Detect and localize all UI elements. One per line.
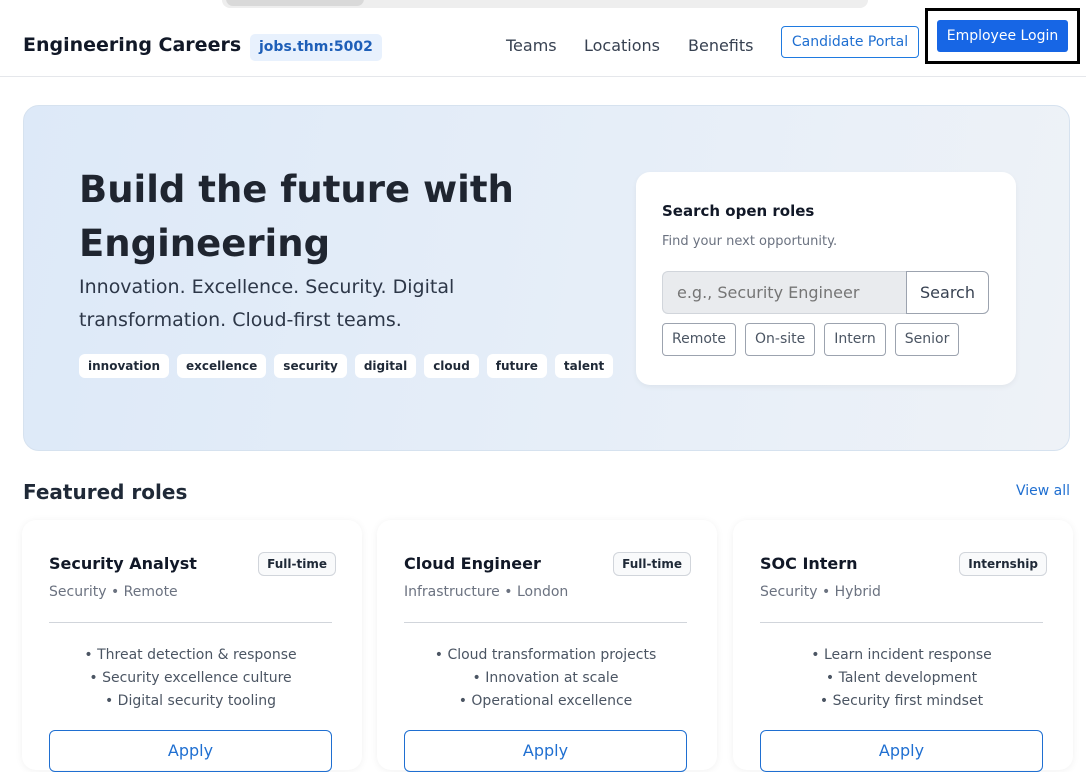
role-title[interactable]: Security Analyst [49, 554, 197, 573]
browser-tab-strip [0, 0, 1086, 13]
role-type-badge: Internship [959, 552, 1047, 576]
tag-cloud: cloud [424, 354, 479, 378]
list-item: Innovation at scale [404, 667, 687, 690]
filter-intern[interactable]: Intern [824, 323, 886, 356]
list-item: Learn incident response [760, 644, 1043, 667]
hero-banner: Build the future with Engineering Innova… [23, 105, 1070, 451]
apply-button[interactable]: Apply [404, 730, 687, 772]
apply-button[interactable]: Apply [49, 730, 332, 772]
list-item: Operational excellence [404, 690, 687, 713]
role-highlights: Learn incident response Talent developme… [760, 644, 1043, 713]
active-tab[interactable] [226, 0, 364, 6]
divider [404, 622, 687, 623]
role-meta: Infrastructure • London [404, 584, 569, 600]
tag-future: future [486, 354, 547, 378]
tag-excellence: excellence [177, 354, 267, 378]
role-card: Cloud Engineer Full-time Infrastructure … [377, 520, 717, 772]
candidate-portal-button[interactable]: Candidate Portal [781, 26, 919, 58]
tag-digital: digital [354, 354, 417, 378]
nav-locations[interactable]: Locations [584, 36, 660, 55]
divider [49, 622, 332, 623]
role-card: SOC Intern Internship Security • Hybrid … [733, 520, 1073, 772]
tab-bar [222, 0, 868, 8]
tag-list: innovation excellence security digital c… [79, 354, 614, 378]
role-meta: Security • Hybrid [760, 584, 881, 600]
search-button[interactable]: Search [906, 271, 989, 314]
filter-remote[interactable]: Remote [662, 323, 737, 356]
apply-button[interactable]: Apply [760, 730, 1043, 772]
list-item: Cloud transformation projects [404, 644, 687, 667]
brand-title[interactable]: Engineering Careers [23, 34, 241, 56]
hero-subtitle: Innovation. Excellence. Security. Digita… [79, 276, 455, 331]
role-type-badge: Full-time [258, 552, 336, 576]
nav-teams[interactable]: Teams [506, 36, 557, 55]
list-item: Security excellence culture [49, 667, 332, 690]
list-item: Digital security tooling [49, 690, 332, 713]
filter-onsite[interactable]: On-site [745, 323, 816, 356]
list-item: Security first mindset [760, 690, 1043, 713]
nav-benefits[interactable]: Benefits [688, 36, 754, 55]
role-title[interactable]: SOC Intern [760, 554, 858, 573]
tag-innovation: innovation [79, 354, 169, 378]
hero-title: Build the future with Engineering [79, 168, 514, 265]
role-highlights: Threat detection & response Security exc… [49, 644, 332, 713]
divider [760, 622, 1043, 623]
tag-security: security [274, 354, 347, 378]
filter-senior[interactable]: Senior [894, 323, 960, 356]
role-meta: Security • Remote [49, 584, 178, 600]
search-title: Search open roles [662, 202, 815, 220]
role-title[interactable]: Cloud Engineer [404, 554, 541, 573]
role-highlights: Cloud transformation projects Innovation… [404, 644, 687, 713]
list-item: Threat detection & response [49, 644, 332, 667]
site-header: Engineering Careers jobs.thm:5002 Teams … [0, 8, 1086, 77]
featured-roles-title: Featured roles [23, 480, 188, 504]
role-card: Security Analyst Full-time Security • Re… [22, 520, 362, 772]
search-input[interactable] [662, 271, 906, 314]
role-type-badge: Full-time [613, 552, 691, 576]
list-item: Talent development [760, 667, 1043, 690]
filter-chips: Remote On-site Intern Senior [662, 323, 960, 356]
view-all-link[interactable]: View all [1016, 483, 1070, 499]
employee-login-button[interactable]: Employee Login [937, 20, 1068, 52]
search-description: Find your next opportunity. [662, 234, 838, 249]
host-badge: jobs.thm:5002 [250, 34, 382, 61]
search-card: Search open roles Find your next opportu… [636, 172, 1016, 385]
highlight-box: Employee Login [925, 8, 1080, 64]
tag-talent: talent [554, 354, 614, 378]
